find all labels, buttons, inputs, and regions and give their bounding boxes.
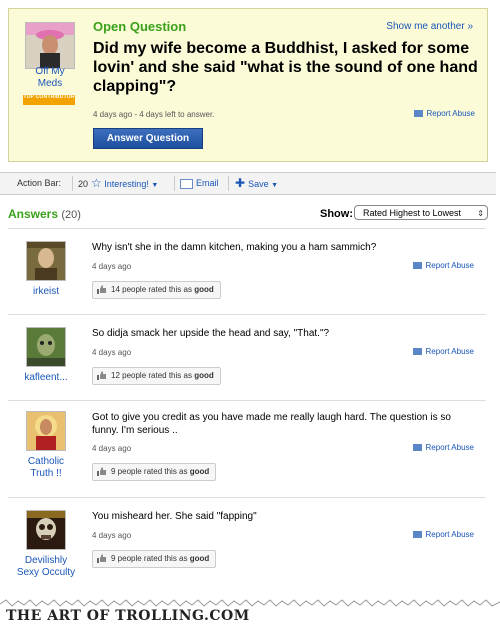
rating-badge[interactable]: 14 people rated this as good: [92, 281, 221, 299]
save-label: Save: [248, 179, 269, 189]
answerer-name[interactable]: irkeist: [16, 286, 76, 298]
question-title: Did my wife become a Buddhist, I asked f…: [93, 40, 478, 95]
answer-question-button[interactable]: Answer Question: [93, 128, 203, 149]
answer-item: kafleent... So didja smack her upside th…: [8, 314, 486, 401]
report-abuse-link[interactable]: Report Abuse: [413, 109, 475, 118]
report-abuse-label: Report Abuse: [425, 530, 474, 539]
flag-icon: [412, 262, 422, 270]
report-abuse-link[interactable]: Report Abuse: [412, 443, 474, 452]
question-meta: 4 days ago - 4 days left to answer.: [93, 110, 215, 119]
flag-icon: [412, 531, 422, 539]
save-button[interactable]: ✚ Save ▼: [235, 173, 278, 194]
interesting-label: Interesting!: [104, 179, 149, 189]
answerer-avatar[interactable]: [26, 241, 66, 281]
thumbs-up-icon: [97, 371, 106, 381]
action-bar-label: Action Bar:: [17, 178, 62, 188]
star-icon: ☆: [91, 176, 102, 190]
answerer-name[interactable]: kafleent...: [16, 372, 76, 384]
plus-icon: ✚: [235, 176, 246, 190]
show-label: Show:: [320, 208, 353, 220]
rating-text: 12 people rated this as: [111, 371, 192, 380]
report-abuse-link[interactable]: Report Abuse: [412, 530, 474, 539]
interesting-button[interactable]: 20 ☆ Interesting! ▼: [78, 173, 158, 194]
thumbs-up-icon: [97, 554, 106, 564]
chevron-down-icon: ▼: [151, 182, 159, 189]
rating-text: 9 people rated this as: [111, 554, 188, 563]
rating-text: 14 people rated this as: [111, 285, 192, 294]
thumbs-up-icon: [97, 467, 106, 477]
rating-text: 9 people rated this as: [111, 467, 188, 476]
answers-title: Answers: [8, 207, 59, 221]
rating-word: good: [189, 467, 210, 476]
chevron-down-icon: ▼: [271, 182, 279, 189]
answerer-name[interactable]: Catholic Truth !!: [16, 456, 76, 480]
rating-badge[interactable]: 9 people rated this as good: [92, 463, 217, 481]
sort-select[interactable]: Rated Highest to Lowest ⇕: [354, 205, 488, 220]
answer-item: irkeist Why isn't she in the damn kitche…: [8, 228, 486, 315]
answer-time: 4 days ago: [92, 348, 132, 357]
answers-count: (20): [61, 209, 81, 221]
rating-word: good: [194, 285, 214, 294]
mail-icon: [180, 178, 193, 189]
interesting-count: 20: [78, 179, 89, 189]
answer-time: 4 days ago: [92, 531, 132, 540]
question-panel: Off My Meds TOP CONTRIBUTOR Open Questio…: [8, 8, 488, 162]
email-button[interactable]: Email: [180, 173, 219, 194]
report-abuse-label: Report Abuse: [425, 443, 474, 452]
report-abuse-link[interactable]: Report Abuse: [412, 347, 474, 356]
answerer-avatar[interactable]: [26, 510, 66, 550]
answer-text: Got to give you credit as you have made …: [92, 412, 451, 436]
answerer-avatar[interactable]: [26, 327, 66, 367]
sort-selected-value: Rated Highest to Lowest: [363, 208, 462, 218]
divider: [228, 176, 229, 191]
rating-badge[interactable]: 12 people rated this as good: [92, 367, 221, 385]
divider: [174, 176, 175, 191]
site-logo: THE ART OF TROLLING.COM: [6, 608, 250, 624]
select-arrows-icon: ⇕: [477, 209, 484, 218]
rating-word: good: [189, 554, 210, 563]
answerer-name[interactable]: Devilishly Sexy Occulty: [16, 555, 76, 579]
flag-icon: [412, 348, 422, 356]
asker-name[interactable]: Off My Meds: [23, 66, 77, 90]
report-abuse-label: Report Abuse: [425, 261, 474, 270]
report-abuse-label: Report Abuse: [426, 109, 475, 118]
answer-item: Catholic Truth !! Got to give you credit…: [8, 400, 486, 498]
answer-time: 4 days ago: [92, 262, 132, 271]
answer-text: You misheard her. She said "fapping": [92, 511, 257, 522]
rating-word: good: [194, 371, 214, 380]
answerer-avatar[interactable]: [26, 411, 66, 451]
show-another-link[interactable]: Show me another »: [386, 21, 473, 32]
rating-badge[interactable]: 9 people rated this as good: [92, 550, 217, 568]
answers-heading: Answers (20): [8, 207, 81, 221]
divider: [72, 176, 73, 191]
question-status-label: Open Question: [93, 19, 187, 34]
action-bar: Action Bar: 20 ☆ Interesting! ▼ Email ✚ Sa…: [0, 172, 496, 195]
email-label: Email: [196, 178, 219, 188]
thumbs-up-icon: [97, 285, 106, 295]
flag-icon: [412, 444, 422, 452]
top-contributor-badge: TOP CONTRIBUTOR: [23, 95, 75, 105]
answer-text: So didja smack her upside the head and s…: [92, 328, 330, 339]
asker-avatar[interactable]: [25, 22, 75, 69]
answer-text: Why isn't she in the damn kitchen, makin…: [92, 242, 377, 253]
report-abuse-label: Report Abuse: [425, 347, 474, 356]
answer-time: 4 days ago: [92, 444, 132, 453]
report-abuse-link[interactable]: Report Abuse: [412, 261, 474, 270]
answer-item: Devilishly Sexy Occulty You misheard her…: [8, 497, 486, 598]
flag-icon: [413, 110, 423, 118]
